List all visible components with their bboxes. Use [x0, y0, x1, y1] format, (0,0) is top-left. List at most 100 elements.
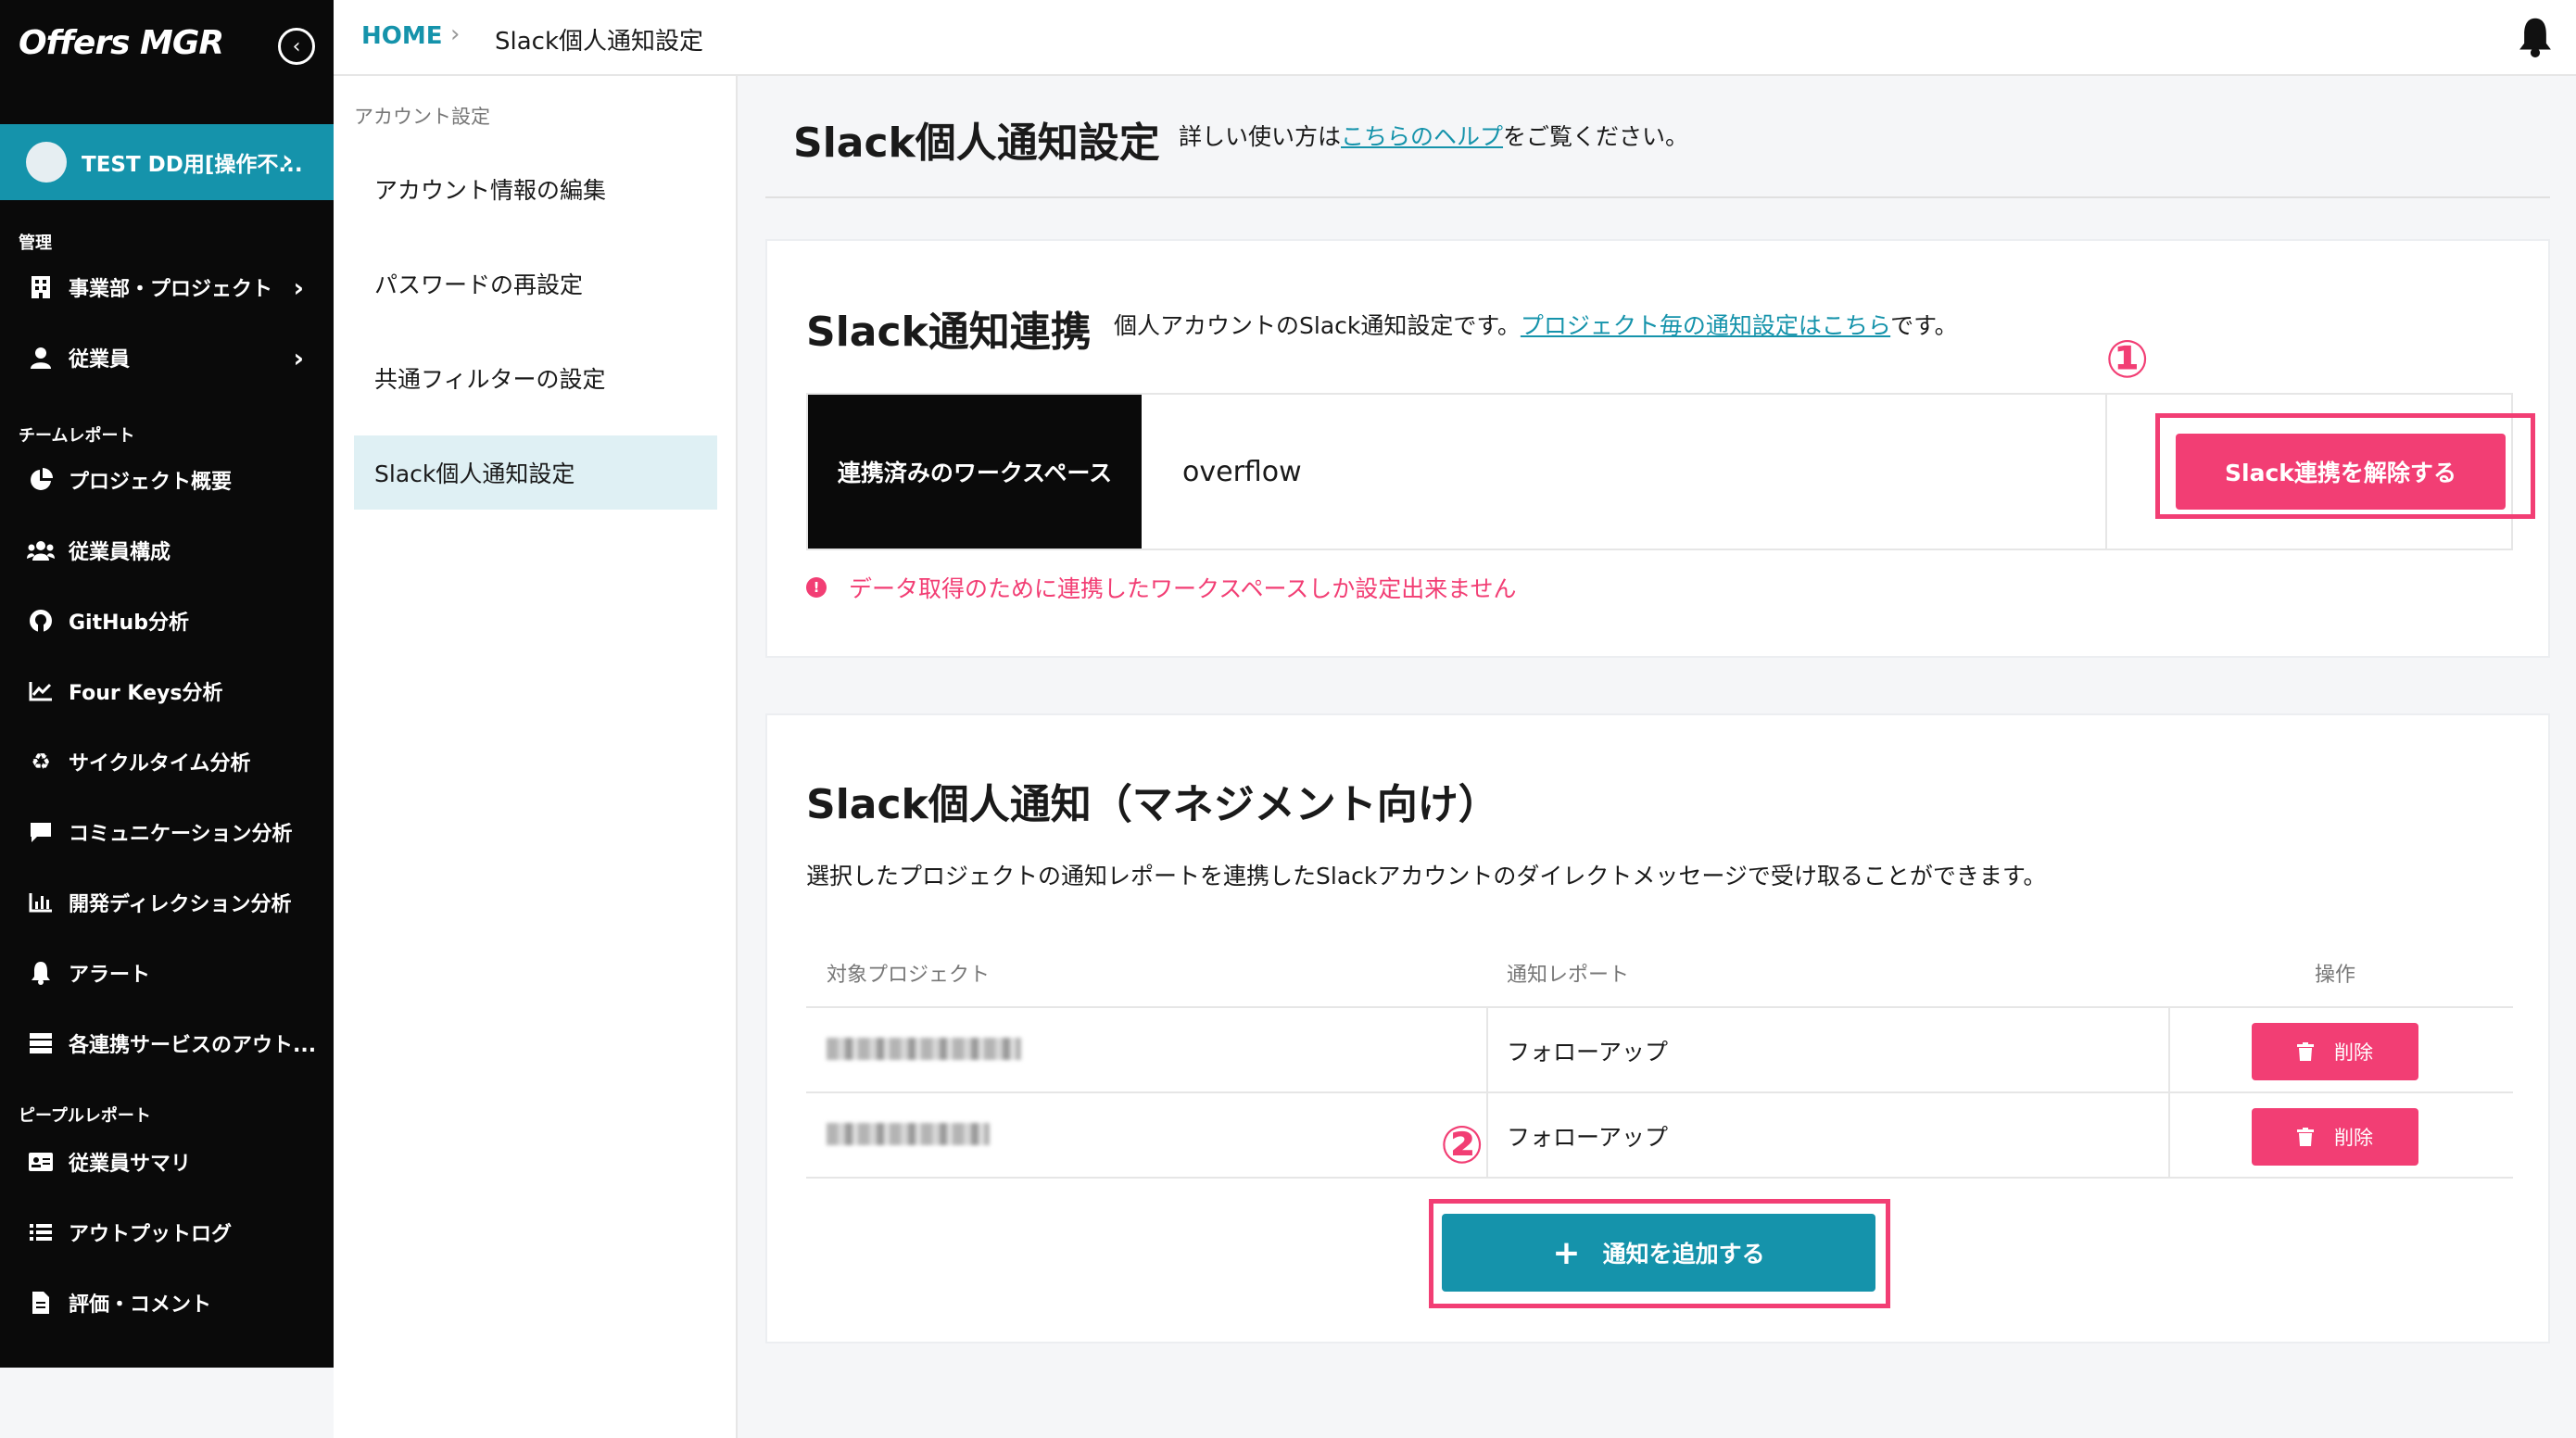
sidebar-item-label: 従業員構成 [69, 541, 171, 564]
sidebar-item-label: 評価・コメント [69, 1293, 212, 1317]
sidebar-item-label: プロジェクト概要 [69, 471, 233, 494]
sidebar-item-label: コミュニケーション分析 [69, 823, 293, 846]
sidebar-item-label: 事業部・プロジェクト [69, 278, 273, 301]
sidebar-item-label: 開発ディレクション分析 [69, 893, 292, 916]
avatar [26, 142, 67, 183]
subnav-item-password-reset[interactable]: パスワードの再設定 [354, 246, 717, 321]
delete-label: 削除 [2334, 1041, 2373, 1064]
column-header-project: 対象プロジェクト [827, 964, 991, 987]
sidebar-item-employee-composition[interactable]: 従業員構成 [26, 526, 322, 574]
subnav-item-slack-settings[interactable]: Slack個人通知設定 [354, 435, 717, 510]
sidebar-item-direction[interactable]: 開発ディレクション分析 [26, 878, 322, 927]
notification-table: 対象プロジェクト 通知レポート 操作 フォローアップ 削除 フォローアップ 削除 [806, 934, 2513, 1179]
slack-link-card: Slack通知連携 個人アカウントのSlack通知設定です。プロジェクト毎の通知… [765, 239, 2550, 658]
sidebar-item-label: アラート [69, 964, 151, 987]
table-header: 対象プロジェクト 通知レポート 操作 [806, 934, 2513, 1008]
sidebar-item-service-output[interactable]: 各連携サービスのアウト... [26, 1019, 322, 1067]
sidebar-item-projects[interactable]: 事業部・プロジェクト › [26, 263, 322, 311]
nav-section-manage: 管理 [19, 233, 52, 253]
account-switcher[interactable]: TEST DD用[操作不... › [0, 124, 334, 200]
recycle-icon: ♻ [31, 749, 51, 775]
report-type: フォローアップ [1507, 1124, 1669, 1151]
sidebar-item-label: 従業員 [69, 348, 131, 372]
sidebar-item-project-overview[interactable]: プロジェクト概要 [26, 456, 322, 504]
management-title: Slack個人通知（マネジメント向け） [806, 781, 1499, 828]
sidebar-item-output-log[interactable]: アウトプットログ [26, 1208, 322, 1256]
cell-divider [2168, 1093, 2170, 1177]
page-title: Slack個人通知設定 [793, 120, 1160, 167]
sidebar-item-label: GitHub分析 [69, 612, 189, 635]
line-chart-icon [26, 681, 56, 701]
management-notification-card: Slack個人通知（マネジメント向け） 選択したプロジェクトの通知レポートを連携… [765, 713, 2550, 1343]
github-icon [26, 609, 56, 633]
settings-subnav: アカウント設定 アカウント情報の編集 パスワードの再設定 共通フィルターの設定 … [334, 76, 738, 1438]
project-notification-settings-link[interactable]: プロジェクト毎の通知設定はこちら [1521, 312, 1890, 339]
slack-link-desc-suffix: です。 [1890, 312, 1958, 339]
collapse-sidebar-button[interactable]: ‹ [278, 28, 315, 65]
page-desc-suffix: をご覧ください。 [1503, 123, 1689, 150]
slack-link-description: 個人アカウントのSlack通知設定です。プロジェクト毎の通知設定はこちらです。 [1114, 308, 1958, 341]
server-icon [26, 1032, 56, 1054]
help-link[interactable]: こちらのヘルプ [1341, 123, 1503, 150]
chevron-right-icon: › [282, 145, 294, 177]
workspace-warning: ! データ取得のために連携したワークスペースしか設定出来ません [806, 571, 1517, 604]
slack-unlink-button[interactable]: Slack連携を解除する [2176, 434, 2506, 510]
cell-divider [2105, 395, 2107, 549]
sidebar-item-employees[interactable]: 従業員 › [26, 334, 322, 382]
breadcrumb-current: Slack個人通知設定 [495, 28, 704, 56]
workspace-name: overflow [1182, 455, 1302, 488]
chat-icon [26, 821, 56, 843]
sidebar-item-four-keys[interactable]: Four Keys分析 [26, 667, 322, 715]
subnav-item-account-edit[interactable]: アカウント情報の編集 [354, 152, 717, 226]
sidebar-item-employee-summary[interactable]: 従業員サマリ [26, 1138, 322, 1186]
trash-icon [2297, 1128, 2314, 1146]
cell-divider [2168, 1008, 2170, 1091]
bar-chart-icon [26, 892, 56, 913]
top-header: HOME › Slack個人通知設定 [334, 0, 2576, 76]
alert-circle-icon: ! [806, 577, 827, 598]
list-icon [26, 1222, 56, 1242]
page-description: 詳しい使い方はこちらのヘルプをご覧ください。 [1179, 119, 1688, 152]
add-notification-label: 通知を追加する [1602, 1241, 1765, 1268]
delete-button[interactable]: 削除 [2252, 1108, 2418, 1166]
add-notification-button[interactable]: + 通知を追加する [1442, 1214, 1875, 1292]
breadcrumb-separator: › [450, 20, 461, 48]
app-root: Offers MGR ‹ TEST DD用[操作不... › 管理 事業部・プロ… [0, 0, 2576, 1438]
report-type: フォローアップ [1507, 1039, 1669, 1066]
annotation-number-1: ① [2105, 330, 2150, 390]
chevron-right-icon: › [293, 271, 304, 303]
project-name-redacted [827, 1038, 1021, 1060]
users-icon [26, 540, 56, 561]
warning-text: データ取得のために連携したワークスペースしか設定出来ません [849, 575, 1517, 602]
bell-icon [26, 961, 56, 985]
sidebar-item-evaluation[interactable]: 評価・コメント [26, 1279, 322, 1327]
main-sidebar: Offers MGR ‹ TEST DD用[操作不... › 管理 事業部・プロ… [0, 0, 334, 1368]
table-row: フォローアップ 削除 [806, 1008, 2513, 1093]
plus-icon: + [1552, 1233, 1581, 1272]
sidebar-item-communication[interactable]: コミュニケーション分析 [26, 808, 322, 856]
user-icon [26, 347, 56, 369]
column-header-report: 通知レポート [1507, 964, 1630, 987]
project-name-redacted [827, 1123, 990, 1145]
sidebar-item-github[interactable]: GitHub分析 [26, 597, 322, 645]
subnav-item-common-filter[interactable]: 共通フィルターの設定 [354, 341, 717, 415]
sidebar-item-alert[interactable]: アラート [26, 949, 322, 997]
sidebar-item-label: サイクルタイム分析 [69, 752, 251, 776]
sidebar-item-label: 従業員サマリ [69, 1153, 192, 1176]
delete-button[interactable]: 削除 [2252, 1023, 2418, 1080]
sidebar-item-label: 各連携サービスのアウト... [69, 1034, 317, 1057]
divider [765, 196, 2550, 198]
slack-link-title: Slack通知連携 [806, 309, 1092, 356]
pie-chart-icon [26, 468, 56, 492]
breadcrumb-home-link[interactable]: HOME [361, 22, 443, 50]
workspace-table: 連携済みのワークスペース overflow Slack連携を解除する [806, 393, 2535, 550]
delete-label: 削除 [2334, 1127, 2373, 1149]
sidebar-item-cycle-time[interactable]: ♻ サイクルタイム分析 [26, 738, 322, 786]
sidebar-footer-space [0, 1368, 334, 1438]
slack-link-desc-prefix: 個人アカウントのSlack通知設定です。 [1114, 312, 1521, 339]
cell-divider [1486, 1008, 1488, 1091]
app-logo[interactable]: Offers MGR [19, 24, 224, 62]
annotation-number-2: ② [1440, 1116, 1484, 1176]
trash-icon [2297, 1042, 2314, 1061]
notification-bell-icon[interactable] [2513, 15, 2557, 59]
